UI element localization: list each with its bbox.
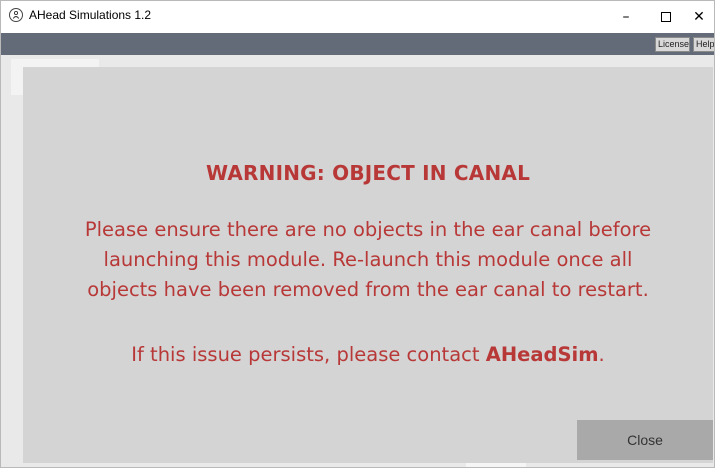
help-button[interactable]: Help xyxy=(693,37,714,52)
contact-name: AHeadSim xyxy=(485,343,599,366)
window-title: AHead Simulations 1.2 xyxy=(29,8,152,22)
menu-bar: License Help xyxy=(1,33,714,55)
minimize-button[interactable]: – xyxy=(606,1,646,33)
close-window-button[interactable]: ✕ xyxy=(679,1,714,33)
app-logo-icon xyxy=(9,8,23,22)
app-window: AHead Simulations 1.2 – ✕ License Help W… xyxy=(0,0,715,468)
minimize-icon: – xyxy=(622,9,630,25)
contact-prefix: If this issue persists, please contact xyxy=(131,343,486,366)
license-button[interactable]: License xyxy=(655,37,690,52)
contact-message: If this issue persists, please contact A… xyxy=(23,343,713,366)
close-button[interactable]: Close xyxy=(577,420,713,460)
warning-message-line: Please ensure there are no objects in th… xyxy=(84,218,652,241)
warning-heading: WARNING: OBJECT IN CANAL xyxy=(205,161,531,185)
warning-message-line: objects have been removed from the ear c… xyxy=(87,278,649,301)
warning-message: Please ensure there are no objects in th… xyxy=(23,215,713,305)
contact-suffix: . xyxy=(598,343,605,366)
close-icon: ✕ xyxy=(693,9,705,25)
warning-message-line: launching this module. Re-launch this mo… xyxy=(103,248,633,271)
warning-dialog: WARNING: OBJECT IN CANAL Please ensure t… xyxy=(23,67,713,463)
title-bar[interactable]: AHead Simulations 1.2 – ✕ xyxy=(1,1,714,33)
maximize-icon xyxy=(661,12,671,22)
